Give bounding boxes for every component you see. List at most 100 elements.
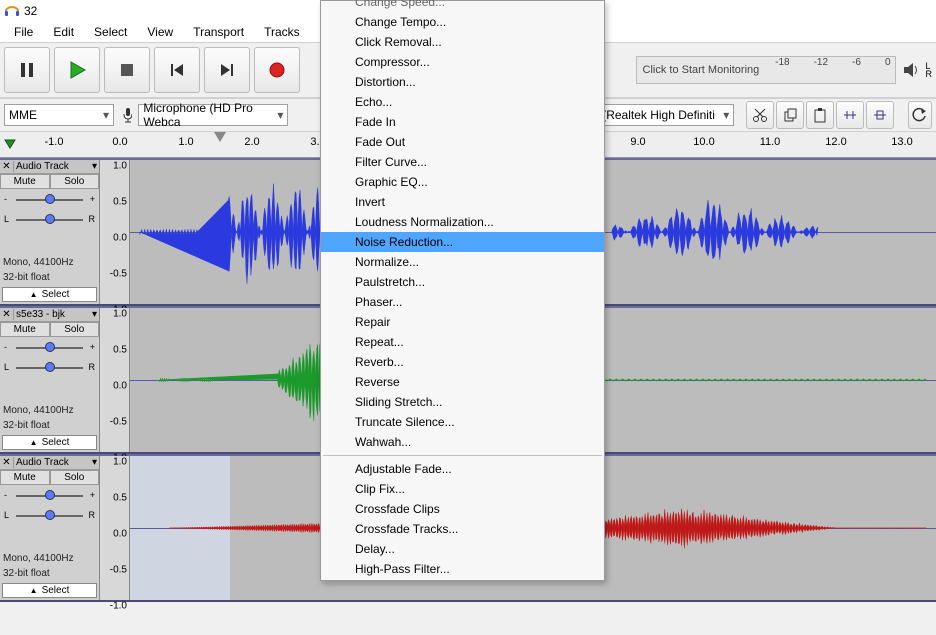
vscale-label: 0.5 — [113, 492, 127, 503]
undo-button[interactable] — [908, 101, 932, 129]
menu-item-crossfade-clips[interactable]: Crossfade Clips — [321, 499, 604, 519]
menu-item-adjustable-fade[interactable]: Adjustable Fade... — [321, 459, 604, 479]
track-bits-label: 32-bit float — [0, 566, 99, 581]
solo-button[interactable]: Solo — [50, 174, 100, 189]
track-select-button[interactable]: ▲Select — [2, 435, 97, 450]
menu-item-fade-in[interactable]: Fade In — [321, 112, 604, 132]
menu-select[interactable]: Select — [84, 23, 137, 41]
menu-item-loudness-normalization[interactable]: Loudness Normalization... — [321, 212, 604, 232]
effects-menu: Change Speed... Change Tempo...Click Rem… — [320, 0, 605, 581]
track-close-button[interactable]: ✕ — [0, 161, 14, 172]
stop-button[interactable] — [104, 47, 150, 93]
menu-item-fade-out[interactable]: Fade Out — [321, 132, 604, 152]
copy-button[interactable] — [776, 101, 804, 129]
paste-button[interactable] — [806, 101, 834, 129]
menu-tracks[interactable]: Tracks — [254, 23, 310, 41]
timeline-label: 10.0 — [693, 136, 714, 148]
timeline-label: 12.0 — [825, 136, 846, 148]
menu-file[interactable]: File — [4, 23, 43, 41]
menu-item-crossfade-tracks[interactable]: Crossfade Tracks... — [321, 519, 604, 539]
silence-button[interactable] — [866, 101, 894, 129]
track-bits-label: 32-bit float — [0, 270, 99, 285]
window-title: 32 — [24, 4, 37, 18]
timeline-pin-icon[interactable] — [0, 135, 20, 155]
menu-item-click-removal[interactable]: Click Removal... — [321, 32, 604, 52]
play-button[interactable] — [54, 47, 100, 93]
menu-item-echo[interactable]: Echo... — [321, 92, 604, 112]
pan-slider[interactable]: LR — [4, 211, 95, 227]
speaker-meter-icon — [902, 61, 920, 79]
track-select-button[interactable]: ▲Select — [2, 287, 97, 302]
menu-item-noise-reduction[interactable]: Noise Reduction... — [321, 232, 604, 252]
menu-view[interactable]: View — [137, 23, 183, 41]
menu-item-phaser[interactable]: Phaser... — [321, 292, 604, 312]
track-control-panel: ✕ Audio Track▾ Mute Solo -+ LR Mono, 441… — [0, 456, 100, 600]
menu-item-distortion[interactable]: Distortion... — [321, 72, 604, 92]
solo-button[interactable]: Solo — [50, 322, 100, 337]
menu-item-truncate-silence[interactable]: Truncate Silence... — [321, 412, 604, 432]
track-name-dropdown[interactable]: Audio Track▾ — [14, 456, 99, 469]
track-format-label: Mono, 44100Hz — [0, 403, 99, 418]
track-select-button[interactable]: ▲Select — [2, 583, 97, 598]
vscale-label: 0.0 — [113, 232, 127, 243]
solo-button[interactable]: Solo — [50, 470, 100, 485]
gain-slider[interactable]: -+ — [4, 339, 95, 355]
menu-item-truncated[interactable]: Change Speed... — [321, 0, 604, 12]
vscale-label: 0.5 — [113, 344, 127, 355]
record-button[interactable] — [254, 47, 300, 93]
timeline-label: 13.0 — [891, 136, 912, 148]
menu-item-graphic-eq[interactable]: Graphic EQ... — [321, 172, 604, 192]
app-icon — [4, 3, 20, 19]
recording-device-select[interactable]: Microphone (HD Pro Webca — [138, 104, 288, 126]
menu-item-sliding-stretch[interactable]: Sliding Stretch... — [321, 392, 604, 412]
vertical-scale[interactable]: 1.00.50.0-0.5-1.0 — [100, 456, 130, 600]
menu-item-clip-fix[interactable]: Clip Fix... — [321, 479, 604, 499]
trim-button[interactable] — [836, 101, 864, 129]
menu-item-high-pass-filter[interactable]: High-Pass Filter... — [321, 559, 604, 579]
menu-item-wahwah[interactable]: Wahwah... — [321, 432, 604, 452]
vscale-label: 1.0 — [113, 160, 127, 171]
gain-slider[interactable]: -+ — [4, 191, 95, 207]
audio-host-select[interactable]: MME — [4, 104, 114, 126]
track-name-dropdown[interactable]: Audio Track▾ — [14, 160, 99, 173]
track-close-button[interactable]: ✕ — [0, 309, 14, 320]
pause-button[interactable] — [4, 47, 50, 93]
pan-slider[interactable]: LR — [4, 507, 95, 523]
track-format-label: Mono, 44100Hz — [0, 551, 99, 566]
mute-button[interactable]: Mute — [0, 322, 50, 337]
menu-transport[interactable]: Transport — [183, 23, 254, 41]
timeline-label: 11.0 — [760, 136, 781, 148]
menu-item-normalize[interactable]: Normalize... — [321, 252, 604, 272]
track-control-panel: ✕ s5e33 - bjk▾ Mute Solo -+ LR Mono, 441… — [0, 308, 100, 452]
menu-item-delay[interactable]: Delay... — [321, 539, 604, 559]
menu-separator — [323, 455, 602, 456]
track-name-dropdown[interactable]: s5e33 - bjk▾ — [14, 308, 99, 321]
play-meter-lr: LR — [926, 62, 933, 78]
menu-item-filter-curve[interactable]: Filter Curve... — [321, 152, 604, 172]
vscale-label: 1.0 — [113, 308, 127, 319]
menu-item-reverb[interactable]: Reverb... — [321, 352, 604, 372]
menu-item-reverse[interactable]: Reverse — [321, 372, 604, 392]
menu-edit[interactable]: Edit — [43, 23, 84, 41]
vertical-scale[interactable]: 1.00.50.0-0.5-1.0 — [100, 308, 130, 452]
skip-start-button[interactable] — [154, 47, 200, 93]
pan-slider[interactable]: LR — [4, 359, 95, 375]
menu-item-paulstretch[interactable]: Paulstretch... — [321, 272, 604, 292]
menu-item-repair[interactable]: Repair — [321, 312, 604, 332]
vertical-scale[interactable]: 1.00.50.0-0.5-1.0 — [100, 160, 130, 304]
mute-button[interactable]: Mute — [0, 470, 50, 485]
cut-button[interactable] — [746, 101, 774, 129]
menu-item-invert[interactable]: Invert — [321, 192, 604, 212]
track-close-button[interactable]: ✕ — [0, 457, 14, 468]
vscale-label: -1.0 — [110, 600, 127, 611]
vscale-label: 0.0 — [113, 380, 127, 391]
recording-meter[interactable]: Click to Start Monitoring -18 -12 -6 0 — [636, 56, 896, 84]
gain-slider[interactable]: -+ — [4, 487, 95, 503]
skip-end-button[interactable] — [204, 47, 250, 93]
timeline-label: -1.0 — [45, 136, 64, 148]
menu-item-repeat[interactable]: Repeat... — [321, 332, 604, 352]
menu-item-compressor[interactable]: Compressor... — [321, 52, 604, 72]
timeline-label: 9.0 — [630, 136, 645, 148]
menu-item-change-tempo[interactable]: Change Tempo... — [321, 12, 604, 32]
mute-button[interactable]: Mute — [0, 174, 50, 189]
